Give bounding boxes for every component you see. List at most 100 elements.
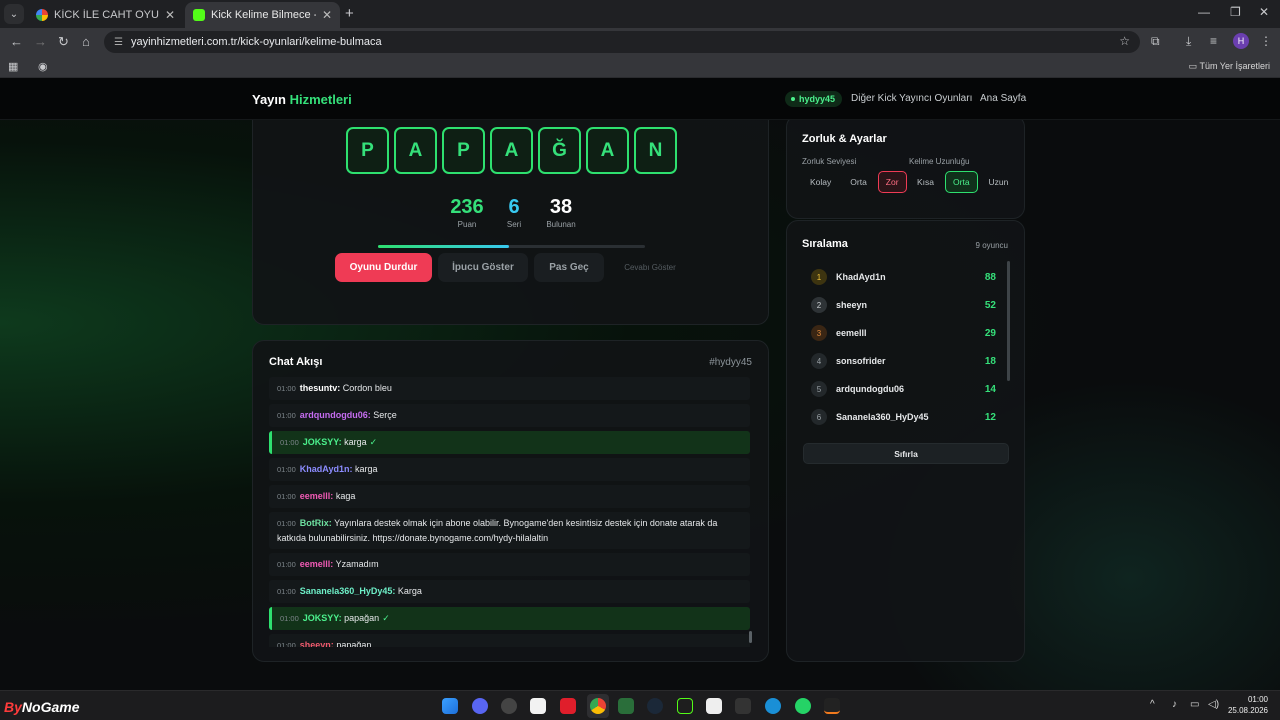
leaderboard-row: 1 KhadAyd1n 88 — [803, 263, 1006, 291]
message-user[interactable]: JOKSYY: — [303, 613, 342, 623]
letter-tile: N — [634, 127, 677, 174]
tab-search-icon[interactable]: ⌄ — [4, 4, 24, 24]
browser-tab-1[interactable]: KİCK İLE CAHT OYUNU - Google ✕ — [28, 2, 183, 28]
message-user[interactable]: ardqundogdu06: — [300, 410, 371, 420]
leaderboard-scrollbar[interactable] — [1007, 261, 1010, 381]
app-icon[interactable] — [677, 698, 693, 714]
reload-icon[interactable]: ↻ — [58, 34, 69, 50]
message-user[interactable]: eemelll: — [300, 559, 334, 569]
skip-button[interactable]: Pas Geç — [534, 253, 604, 282]
forward-icon[interactable]: → — [34, 34, 47, 49]
message-text: Serçe — [373, 410, 397, 420]
all-bookmarks-link[interactable]: ▭ Tüm Yer İşaretleri — [1189, 61, 1270, 72]
chat-message: 01:00 KhadAyd1n: karga — [269, 458, 750, 481]
chat-message: 01:00 thesuntv: Cordon bleu — [269, 377, 750, 400]
start-icon[interactable] — [442, 698, 458, 714]
message-user[interactable]: Sananela360_HyDy45: — [300, 586, 396, 596]
other-games-link[interactable]: Diğer Kick Yayıncı Oyunları — [851, 93, 972, 104]
player-score: 88 — [984, 271, 996, 283]
stat-label: Bulunan — [546, 220, 576, 229]
network-icon[interactable]: ▭ — [1190, 699, 1199, 710]
home-icon[interactable]: ⌂ — [82, 34, 90, 49]
message-user[interactable]: KhadAyd1n: — [300, 464, 353, 474]
app-icon[interactable] — [501, 698, 517, 714]
difficulty-easy[interactable]: Kolay — [802, 171, 839, 193]
profile-avatar[interactable]: H — [1233, 33, 1249, 49]
close-window-icon[interactable]: ✕ — [1259, 5, 1269, 19]
player-count: 9 oyuncu — [975, 241, 1008, 250]
message-time: 01:00 — [277, 384, 296, 393]
back-icon[interactable]: ← — [10, 34, 23, 49]
logo-part-b: NoGame — [21, 699, 80, 715]
app-icon[interactable] — [560, 698, 576, 714]
message-user[interactable]: sheeyn: — [300, 640, 334, 647]
restore-icon[interactable]: ❐ — [1230, 5, 1241, 19]
difficulty-hard[interactable]: Zor — [877, 171, 907, 193]
app-icon[interactable] — [618, 698, 634, 714]
discord-icon[interactable] — [472, 698, 488, 714]
new-tab-icon[interactable]: + — [345, 5, 354, 22]
chrome-icon[interactable] — [590, 698, 606, 714]
menu-icon[interactable]: ⋮ — [1260, 34, 1272, 48]
show-hint-button[interactable]: İpucu Göster — [438, 253, 528, 282]
app-icon[interactable] — [765, 698, 781, 714]
whatsapp-icon[interactable] — [795, 698, 811, 714]
user-badge[interactable]: hydyy45 — [785, 91, 843, 107]
message-user[interactable]: eemelll: — [300, 491, 334, 501]
game-controls: Oyunu Durdur İpucu Göster Pas Geç Cevabı… — [335, 253, 690, 282]
chat-message: 01:00 sheeyn: papağan — [269, 634, 750, 647]
message-user[interactable]: BotRix: — [300, 518, 332, 528]
app-icon[interactable] — [706, 698, 722, 714]
stop-game-button[interactable]: Oyunu Durdur — [335, 253, 432, 282]
close-tab-icon[interactable]: ✕ — [322, 8, 332, 22]
message-user[interactable]: thesuntv: — [300, 383, 341, 393]
progress-fill — [378, 245, 509, 248]
leaderboard-list: 1 KhadAyd1n 88 2 sheeyn 52 3 eemelll 29 4 sonsofri… — [803, 263, 1006, 431]
player-name: KhadAyd1n — [836, 272, 886, 282]
home-link[interactable]: Ana Sayfa — [980, 93, 1026, 104]
reset-button[interactable]: Sıfırla — [803, 443, 1009, 464]
chat-message: 01:00 ardqundogdu06: Serçe — [269, 404, 750, 427]
message-time: 01:00 — [280, 438, 299, 447]
tray-chevron-icon[interactable]: ^ — [1150, 699, 1155, 710]
site-logo[interactable]: Yayın Hizmetleri — [252, 92, 352, 107]
message-user[interactable]: JOKSYY: — [303, 437, 342, 447]
globe-icon[interactable]: ◉ — [38, 60, 48, 73]
close-tab-icon[interactable]: ✕ — [165, 8, 175, 22]
site-info-icon[interactable]: ☰ — [114, 37, 123, 48]
brand-accent: Hizmetleri — [289, 92, 352, 107]
reading-list-icon[interactable]: ≡ — [1210, 34, 1217, 48]
chat-scrollbar[interactable] — [749, 631, 752, 643]
volume-icon[interactable]: ◁) — [1208, 699, 1219, 710]
system-clock[interactable]: 01:00 25.08.2026 — [1228, 694, 1268, 716]
app-icon[interactable] — [824, 698, 840, 714]
browser-tab-2[interactable]: Kick Kelime Bilmece - Tahmin O ✕ — [185, 2, 340, 28]
microphone-icon[interactable]: ♪ — [1172, 699, 1177, 710]
stat-value: 6 — [508, 196, 520, 218]
download-icon[interactable]: ⤓ — [1186, 34, 1191, 49]
apps-grid-icon[interactable]: ▦ — [8, 60, 18, 73]
length-long[interactable]: Uzun — [981, 171, 1017, 193]
chat-message: 01:00 BotRix: Yayınlara destek olmak için… — [269, 512, 750, 549]
minimize-icon[interactable]: — — [1198, 5, 1210, 19]
chat-feed[interactable]: 01:00 thesuntv: Cordon bleu 01:00 ardqundog… — [269, 377, 750, 647]
difficulty-medium[interactable]: Orta — [842, 171, 875, 193]
length-short[interactable]: Kısa — [909, 171, 942, 193]
store-icon[interactable] — [530, 698, 546, 714]
letter-tile: P — [346, 127, 389, 174]
extensions-icon[interactable]: ⧉ — [1151, 34, 1160, 49]
page-content: Yayın Hizmetleri hydyy45 Diğer Kick Yayı… — [0, 78, 1280, 690]
leaderboard-card: Sıralama 9 oyuncu 1 KhadAyd1n 88 2 sheeyn 52 3… — [786, 220, 1025, 662]
length-label: Kelime Uzunluğu — [909, 157, 970, 166]
message-text: Cordon bleu — [342, 383, 392, 393]
steam-icon[interactable] — [647, 698, 663, 714]
message-time: 01:00 — [277, 560, 296, 569]
address-bar[interactable]: ☰ yayinhizmetleri.com.tr/kick-oyunlari/k… — [104, 31, 1140, 53]
length-medium[interactable]: Orta — [945, 171, 978, 193]
epic-games-icon[interactable] — [735, 698, 751, 714]
all-bookmarks-label: Tüm Yer İşaretleri — [1199, 61, 1270, 71]
tab-title: KİCK İLE CAHT OYUNU - Google — [54, 9, 159, 21]
bookmark-star-icon[interactable]: ☆ — [1119, 34, 1130, 48]
chat-title: Chat Akışı — [269, 356, 323, 368]
show-answer-button[interactable]: Cevabı Göster — [610, 253, 690, 282]
